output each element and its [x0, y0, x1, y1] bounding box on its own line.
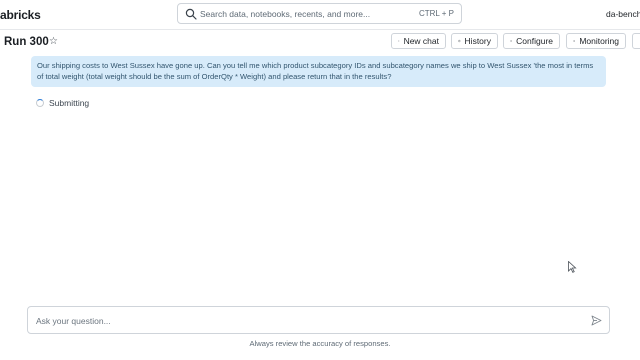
configure-button[interactable]: Configure: [503, 33, 560, 49]
brand-logo-text[interactable]: abricks: [0, 8, 41, 22]
user-message-bubble: Our shipping costs to West Sussex have g…: [31, 56, 606, 87]
history-button[interactable]: History: [451, 33, 498, 49]
eye-icon: [573, 40, 576, 42]
spinner-icon: [36, 99, 44, 107]
monitoring-label: Monitoring: [579, 36, 619, 46]
new-chat-label: New chat: [403, 36, 439, 46]
monitoring-button[interactable]: Monitoring: [566, 33, 626, 49]
submitting-status: Submitting: [36, 98, 89, 108]
send-icon[interactable]: [591, 315, 602, 326]
search-placeholder: Search data, notebooks, recents, and mor…: [200, 9, 371, 19]
history-icon: [458, 39, 461, 43]
mouse-cursor-icon: [568, 261, 577, 273]
global-search-input[interactable]: Search data, notebooks, recents, and mor…: [177, 3, 462, 24]
star-icon[interactable]: ☆: [49, 36, 58, 47]
question-input[interactable]: Ask your question...: [27, 306, 610, 334]
search-icon: [185, 8, 197, 20]
plus-icon: [398, 40, 400, 42]
question-placeholder: Ask your question...: [36, 316, 111, 326]
search-shortcut: CTRL + P: [418, 9, 454, 18]
accuracy-disclaimer: Always review the accuracy of responses.: [249, 339, 391, 348]
new-chat-button[interactable]: New chat: [391, 33, 446, 49]
top-bar: abricks Search data, notebooks, recents,…: [0, 0, 640, 30]
history-label: History: [464, 36, 491, 46]
configure-label: Configure: [516, 36, 553, 46]
status-label: Submitting: [49, 98, 90, 108]
workspace-name[interactable]: da-bench: [606, 9, 640, 19]
gear-icon: [510, 40, 512, 42]
more-toolbar-button[interactable]: [632, 33, 640, 49]
page-title: Run 300: [4, 36, 49, 48]
